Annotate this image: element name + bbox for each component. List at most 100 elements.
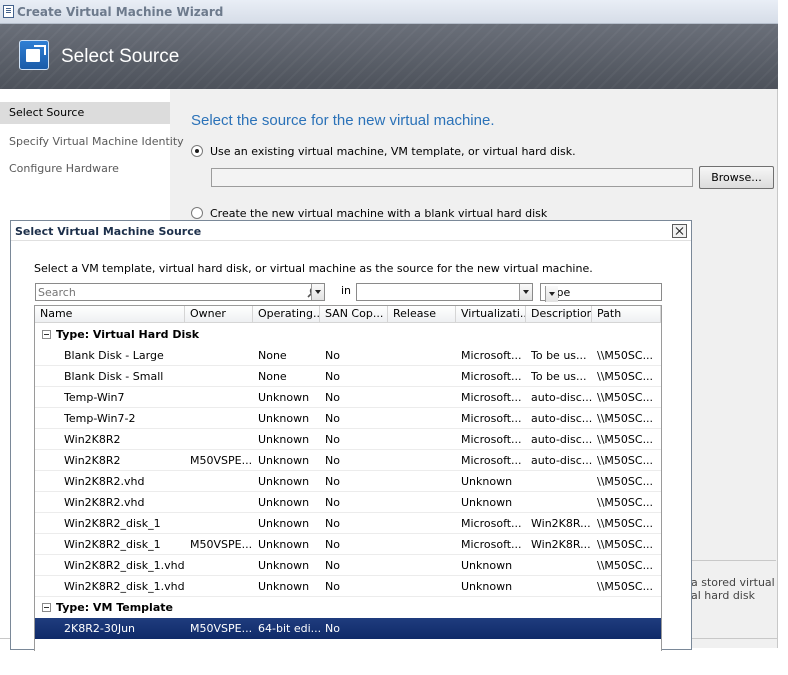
cell-name: Blank Disk - Small xyxy=(64,370,164,383)
cell-description: auto-disc... xyxy=(531,433,592,446)
cell-san-copy: No xyxy=(325,454,340,467)
cell-path: \\M50SC... xyxy=(597,559,654,572)
cell-operating-system: Unknown xyxy=(258,580,310,593)
source-path-field[interactable] xyxy=(211,168,693,187)
cell-name: Win2K8R2_disk_1 xyxy=(64,517,161,530)
cell-virtualization: Microsoft... xyxy=(461,433,522,446)
table-row[interactable]: 2K8R2-30Jun M50VSPE... 64-bit edi... No xyxy=(35,618,661,639)
partial-hint-text: a stored virtual al hard disk xyxy=(691,576,776,602)
grid-header: Name Owner Operating... SAN Cop... Release Vi… xyxy=(35,306,661,323)
cell-description: Win2K8R... xyxy=(531,538,591,551)
hint-line-2: al hard disk xyxy=(691,589,755,602)
blank-disk-radio[interactable] xyxy=(191,207,203,219)
column-header-owner[interactable]: Owner xyxy=(185,306,253,323)
cell-san-copy: No xyxy=(325,496,340,509)
chevron-down-icon[interactable] xyxy=(545,286,558,302)
cell-virtualization: Microsoft... xyxy=(461,454,522,467)
cell-name: Win2K8R2.vhd xyxy=(64,496,145,509)
divider xyxy=(691,560,776,561)
browse-button[interactable]: Browse... xyxy=(699,166,774,189)
cell-operating-system: Unknown xyxy=(258,496,310,509)
section-heading: Select the source for the new virtual ma… xyxy=(191,112,495,129)
close-icon[interactable] xyxy=(672,224,687,238)
cell-name: Win2K8R2 xyxy=(64,454,121,467)
cell-path: \\M50SC... xyxy=(597,517,654,530)
cell-virtualization: Microsoft... xyxy=(461,370,522,383)
collapse-icon[interactable] xyxy=(42,603,51,612)
cell-operating-system: Unknown xyxy=(258,559,310,572)
wizard-titlebar: Create Virtual Machine Wizard xyxy=(0,0,778,24)
cell-path: \\M50SC... xyxy=(597,538,654,551)
cell-operating-system: Unknown xyxy=(258,433,310,446)
cell-path: \\M50SC... xyxy=(597,370,654,383)
search-scope-select[interactable] xyxy=(356,283,533,301)
cell-name: Temp-Win7-2 xyxy=(64,412,136,425)
existing-source-label[interactable]: Use an existing virtual machine, VM temp… xyxy=(210,145,576,158)
table-row[interactable]: Win2K8R2.vhd Unknown No Unknown \\M50SC... xyxy=(35,471,661,492)
collapse-icon[interactable] xyxy=(42,330,51,339)
column-header-description[interactable]: Description xyxy=(526,306,592,323)
nav-step-select-source[interactable]: Select Source xyxy=(0,102,170,124)
table-row[interactable]: Blank Disk - Small None No Microsoft... To b… xyxy=(35,366,661,387)
cell-name: Temp-Win7 xyxy=(64,391,125,404)
hint-line-1: a stored virtual xyxy=(691,576,775,589)
table-row[interactable]: Win2K8R2_disk_1.vhd Unknown No Unknown \\M50… xyxy=(35,576,661,597)
blank-disk-label[interactable]: Create the new virtual machine with a bl… xyxy=(210,207,547,220)
column-header-operating-system[interactable]: Operating... xyxy=(253,306,320,323)
cell-operating-system: Unknown xyxy=(258,412,310,425)
wizard-window-icon xyxy=(3,5,14,18)
cell-virtualization: Microsoft... xyxy=(461,391,522,404)
table-row[interactable]: Win2K8R2_disk_1 Unknown No Microsoft... Win2… xyxy=(35,513,661,534)
cell-san-copy: No xyxy=(325,559,340,572)
group-header[interactable]: Type: VM Template xyxy=(35,597,661,618)
column-header-path[interactable]: Path xyxy=(592,306,661,323)
existing-source-radio[interactable] xyxy=(191,145,203,157)
search-field[interactable] xyxy=(35,283,325,301)
table-row[interactable]: Win2K8R2 M50VSPE... Unknown No Microsoft... a… xyxy=(35,450,661,471)
cell-virtualization: Microsoft... xyxy=(461,349,522,362)
search-input[interactable] xyxy=(38,285,278,299)
column-header-virtualization[interactable]: Virtualizati... xyxy=(456,306,526,323)
table-row[interactable]: Blank Disk - Large None No Microsoft... To b… xyxy=(35,345,661,366)
cell-path: \\M50SC... xyxy=(597,412,654,425)
table-row[interactable]: Win2K8R2 Unknown No Microsoft... auto-disc..… xyxy=(35,429,661,450)
column-header-release[interactable]: Release xyxy=(388,306,456,323)
chevron-down-icon[interactable] xyxy=(311,284,324,300)
cell-virtualization: Unknown xyxy=(461,496,513,509)
chevron-down-icon[interactable] xyxy=(519,284,532,300)
type-filter-select[interactable]: Type xyxy=(540,283,662,302)
group-header[interactable]: Type: Virtual Hard Disk xyxy=(35,324,661,345)
cell-name: Win2K8R2.vhd xyxy=(64,475,145,488)
cell-path: \\M50SC... xyxy=(597,433,654,446)
cell-san-copy: No xyxy=(325,391,340,404)
cell-name: Win2K8R2_disk_1 xyxy=(64,538,161,551)
table-row[interactable]: Win2K8R2.vhd Unknown No Unknown \\M50SC... xyxy=(35,492,661,513)
cell-san-copy: No xyxy=(325,412,340,425)
cell-description: auto-disc... xyxy=(531,412,592,425)
cell-path: \\M50SC... xyxy=(597,475,654,488)
cell-operating-system: Unknown xyxy=(258,391,310,404)
table-row[interactable]: Win2K8R2_disk_1 M50VSPE... Unknown No Micros… xyxy=(35,534,661,555)
table-row[interactable]: Temp-Win7 Unknown No Microsoft... auto-disc.… xyxy=(35,387,661,408)
wizard-banner: Select Source xyxy=(0,24,778,89)
cell-operating-system: Unknown xyxy=(258,454,310,467)
cell-virtualization: Microsoft... xyxy=(461,517,522,530)
cell-san-copy: No xyxy=(325,433,340,446)
cell-description: To be us... xyxy=(531,349,587,362)
cell-operating-system: None xyxy=(258,349,287,362)
column-header-san-copy[interactable]: SAN Cop... xyxy=(320,306,388,323)
select-vm-source-dialog: Select Virtual Machine Source Select a V… xyxy=(10,220,692,651)
nav-step-vm-identity[interactable]: Specify Virtual Machine Identity xyxy=(9,135,184,148)
nav-step-configure-hardware[interactable]: Configure Hardware xyxy=(9,162,119,175)
table-row[interactable]: Temp-Win7-2 Unknown No Microsoft... auto-dis… xyxy=(35,408,661,429)
dialog-title: Select Virtual Machine Source xyxy=(15,225,202,238)
cell-name: 2K8R2-30Jun xyxy=(64,622,136,635)
in-label: in xyxy=(341,284,352,297)
cell-path: \\M50SC... xyxy=(597,349,654,362)
cell-operating-system: Unknown xyxy=(258,475,310,488)
table-row[interactable]: Win2K8R2_disk_1.vhd Unknown No Unknown \\M50… xyxy=(35,555,661,576)
source-grid: Name Owner Operating... SAN Cop... Release Vi… xyxy=(34,305,662,651)
cell-description: Win2K8R... xyxy=(531,517,591,530)
dialog-titlebar: Select Virtual Machine Source xyxy=(11,221,691,241)
column-header-name[interactable]: Name xyxy=(35,306,185,323)
